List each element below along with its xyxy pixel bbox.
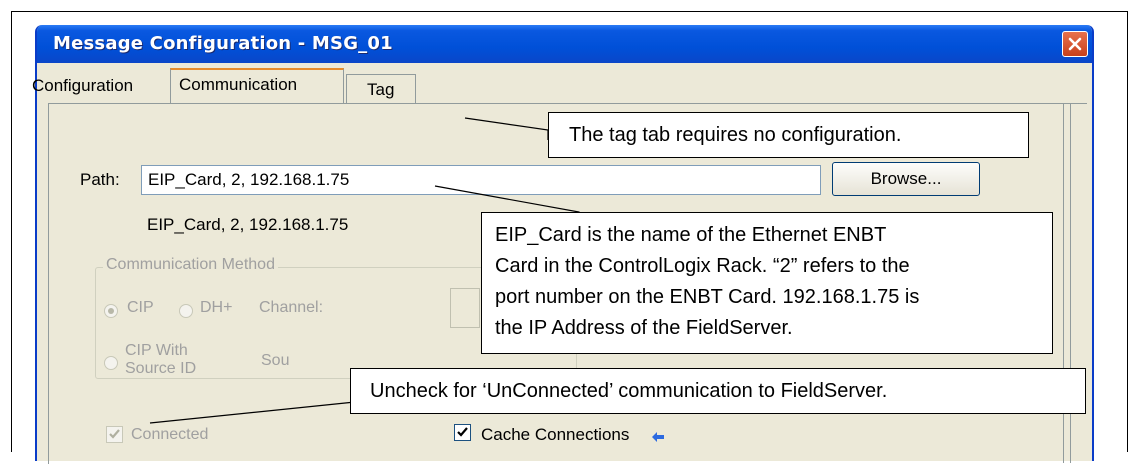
connected-callout-pointer	[149, 401, 356, 424]
connected-callout-text: Uncheck for ‘UnConnected’ communication …	[370, 380, 888, 402]
tag-callout-pointer	[464, 117, 549, 140]
path-callout-line-1: EIP_Card is the name of the Ethernet ENB…	[495, 224, 887, 246]
path-callout-line-2: Card in the ControlLogix Rack. “2” refer…	[495, 255, 910, 277]
path-callout-line-3: port number on the ENBT Card. 192.168.1.…	[495, 286, 920, 308]
path-callout: EIP_Card is the name of the Ethernet ENB…	[481, 212, 1053, 354]
path-callout-pointer	[434, 185, 580, 215]
tag-callout-text: The tag tab requires no configuration.	[569, 124, 902, 146]
tag-callout: The tag tab requires no configuration.	[548, 112, 1029, 158]
path-callout-line-4: the IP Address of the FieldServer.	[495, 317, 793, 339]
connected-callout: Uncheck for ‘UnConnected’ communication …	[350, 368, 1086, 414]
